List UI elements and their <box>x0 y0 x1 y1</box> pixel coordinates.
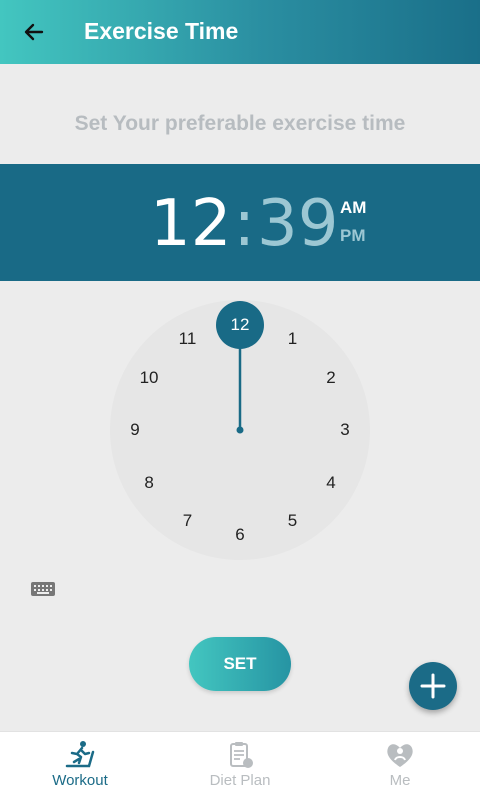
keyboard-icon <box>31 582 55 596</box>
minute-display[interactable]: 39 <box>257 186 338 262</box>
am-pm-selector: AM PM <box>340 198 366 246</box>
keyboard-toggle-button[interactable] <box>30 579 56 599</box>
clock-number-4[interactable]: 4 <box>316 472 346 494</box>
clock-number-2[interactable]: 2 <box>316 367 346 389</box>
clock-number-12[interactable]: 12 <box>225 314 255 336</box>
set-button[interactable]: SET <box>189 637 291 691</box>
time-separator: : <box>233 187 255 261</box>
app-bar: Exercise Time <box>0 0 480 64</box>
pm-toggle[interactable]: PM <box>340 226 366 246</box>
instruction-text: Set Your preferable exercise time <box>74 112 406 135</box>
heart-person-icon <box>387 744 413 767</box>
nav-label-workout: Workout <box>52 772 108 789</box>
treadmill-runner-icon <box>65 741 95 768</box>
nav-label-me: Me <box>389 772 411 789</box>
am-toggle[interactable]: AM <box>340 198 366 218</box>
page-title: Exercise Time <box>84 18 239 44</box>
clock-number-5[interactable]: 5 <box>278 510 308 532</box>
clock-number-1[interactable]: 1 <box>278 328 308 350</box>
clock-number-8[interactable]: 8 <box>134 472 164 494</box>
clock-center-dot <box>236 426 244 434</box>
hour-display[interactable]: 12 <box>150 186 231 262</box>
clock-number-6[interactable]: 6 <box>225 524 255 546</box>
clock-number-3[interactable]: 3 <box>330 419 360 441</box>
back-button[interactable] <box>16 14 52 50</box>
bottom-navigation: Workout Diet Plan Me <box>0 731 480 800</box>
diet-clipboard-icon <box>230 742 253 768</box>
clock-number-9[interactable]: 9 <box>120 419 150 441</box>
add-button[interactable] <box>409 662 457 710</box>
clock-number-7[interactable]: 7 <box>173 510 203 532</box>
arrow-left-icon <box>24 23 44 41</box>
time-display: 12 : 39 <box>150 186 338 262</box>
nav-item-diet-plan[interactable]: Diet Plan <box>160 732 320 800</box>
nav-item-me[interactable]: Me <box>320 732 480 800</box>
nav-item-workout[interactable]: Workout <box>0 732 160 800</box>
clock-number-10[interactable]: 10 <box>134 367 164 389</box>
plus-icon <box>420 673 446 699</box>
clock-number-11[interactable]: 11 <box>173 328 203 350</box>
nav-label-diet-plan: Diet Plan <box>209 772 271 789</box>
clock-face[interactable]: 12 1 2 3 4 5 6 7 8 9 10 11 <box>110 300 370 560</box>
